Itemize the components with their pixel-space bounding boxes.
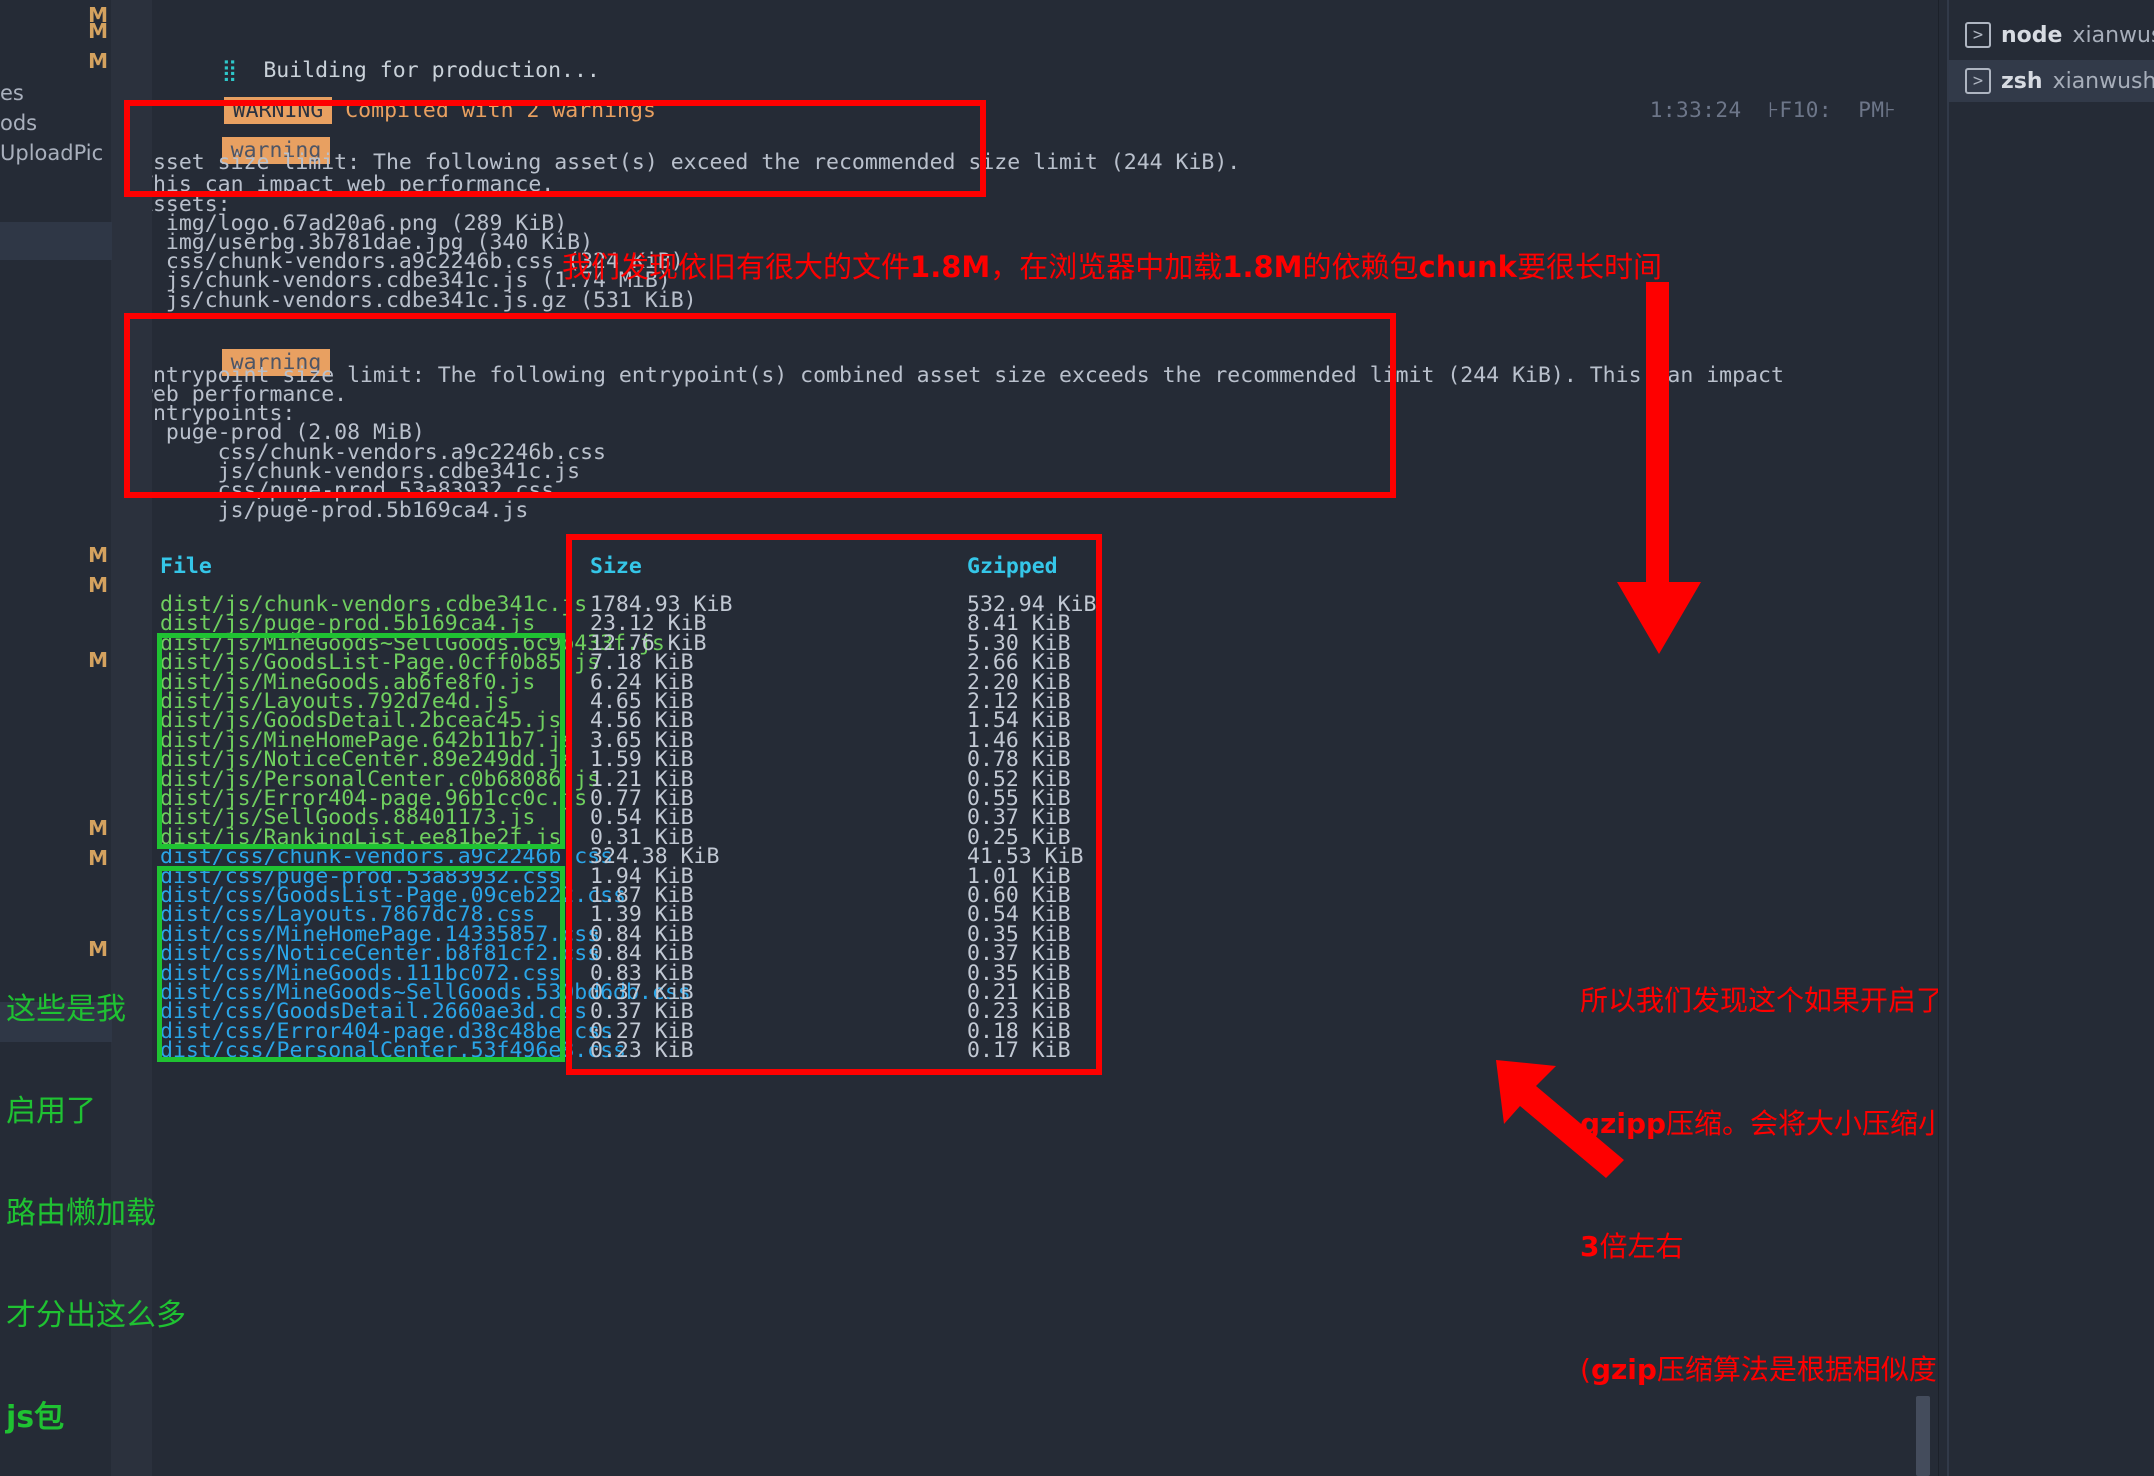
annotation-left-green-l5: js包 <box>6 1400 65 1435</box>
chevron-right-icon: > <box>1965 68 1991 94</box>
explorer-item[interactable]: M <box>0 843 152 873</box>
annotation-left-green-l1: 这些是我 <box>6 992 126 1027</box>
asset-line: js/chunk-vendors.cdbe341c.js.gz (531 KiB… <box>152 288 697 313</box>
annotation-right-red-l4-bold: gzip <box>1590 1353 1657 1386</box>
explorer-selection-highlight <box>0 222 112 260</box>
explorer-item-label: ods <box>0 111 38 135</box>
explorer-item[interactable]: UploadPic <box>0 138 152 168</box>
explorer-item[interactable]: M <box>0 16 152 46</box>
annotation-right-red-l4-prefix: ( <box>1580 1353 1591 1386</box>
annotation-top-red-p7: 要很长时间 <box>1516 250 1662 284</box>
terminal-item-node-sub: xianwush <box>2072 22 2154 48</box>
table-header-size: Size <box>590 554 642 579</box>
terminal-item-zsh-name: zsh <box>2001 68 2043 94</box>
annotation-top-red-p4: 1.8M <box>1222 250 1303 284</box>
warning2-line-8: js/puge-prod.5b169ca4.js <box>152 498 529 523</box>
modified-badge: M <box>88 573 108 597</box>
explorer-item[interactable]: M <box>0 570 152 600</box>
chevron-right-icon: > <box>1965 22 1991 48</box>
modified-badge: M <box>88 543 108 567</box>
warning-headline: Compiled with 2 warnings <box>345 98 656 123</box>
annotation-top-red-p2: 1.8M <box>910 250 991 284</box>
annotation-right-red-l3-bold: 3 <box>1580 1230 1600 1263</box>
table-row-file: dist/css/PersonalCenter.53f496e8.css <box>160 1038 626 1064</box>
modified-badge: M <box>88 816 108 840</box>
explorer-item[interactable]: M <box>0 813 152 843</box>
annotation-right-red-l2-bold: gzipp <box>1580 1107 1667 1140</box>
explorer-item[interactable]: M <box>0 46 152 76</box>
annotation-left-green: 这些是我 启用了 路由懒加载 才分出这么多 js包 <box>6 925 186 1476</box>
terminal-item-zsh-sub: xianwushi- <box>2052 68 2154 94</box>
explorer-item-label: es <box>0 81 24 105</box>
annotation-left-green-l2: 启用了 <box>6 1094 96 1129</box>
terminal-item-zsh[interactable]: > zsh xianwushi- <box>1947 60 2154 102</box>
explorer-item[interactable]: es <box>0 78 152 108</box>
annotation-top-red-p1: 我们发现依旧有很大的文件 <box>562 250 911 284</box>
terminal-scrollbar-thumb[interactable] <box>1916 1396 1930 1476</box>
warning2-line-1: entrypoint size limit: The following ent… <box>152 363 1784 388</box>
terminal-timestamp: 1:33:24 ⊦F10: PM⊦ <box>1649 98 1896 122</box>
annotation-right-red-l2-rest: 压缩。会将大小压缩小了 <box>1666 1107 1975 1140</box>
explorer-item[interactable]: M <box>0 540 152 570</box>
annotation-top-red-p5: 的依赖包 <box>1302 250 1419 284</box>
explorer-item-label: UploadPic <box>0 141 104 165</box>
modified-badge: M <box>88 19 108 43</box>
modified-badge: M <box>88 49 108 73</box>
annotation-left-green-l4: 才分出这么多 <box>6 1298 186 1333</box>
table-row-size: 0.23 KiB <box>590 1038 694 1064</box>
annotation-top-red: 我们发现依旧有很大的文件1.8M，在浏览器中加载1.8M的依赖包chunk要很长… <box>562 246 1662 288</box>
annotation-top-red-p3: ，在浏览器中加载 <box>990 250 1223 284</box>
annotation-left-green-l3: 路由懒加载 <box>6 1196 156 1231</box>
annotation-right-red-l3-rest: 倍左右 <box>1599 1230 1684 1263</box>
modified-badge: M <box>88 648 108 672</box>
terminal-list-divider <box>1947 0 1949 1476</box>
terminal-item-node[interactable]: > node xianwush <box>1947 14 2154 56</box>
explorer-item[interactable]: ods <box>0 108 152 138</box>
terminal-item-node-name: node <box>2001 22 2063 48</box>
table-row-gzipped: 0.17 KiB <box>967 1038 1071 1064</box>
table-header-file: File <box>160 554 212 579</box>
terminal-instance-list[interactable]: > node xianwush > zsh xianwushi- <box>1938 0 2154 1476</box>
app-root: MMMesodsUploadPicMMMMMM 概览 代码结构图 代码 终端 ⣿… <box>0 0 2154 1476</box>
explorer-item[interactable]: M <box>0 645 152 675</box>
annotation-top-red-p6: chunk <box>1418 250 1517 284</box>
modified-badge: M <box>88 846 108 870</box>
table-header-gzipped: Gzipped <box>967 554 1058 579</box>
